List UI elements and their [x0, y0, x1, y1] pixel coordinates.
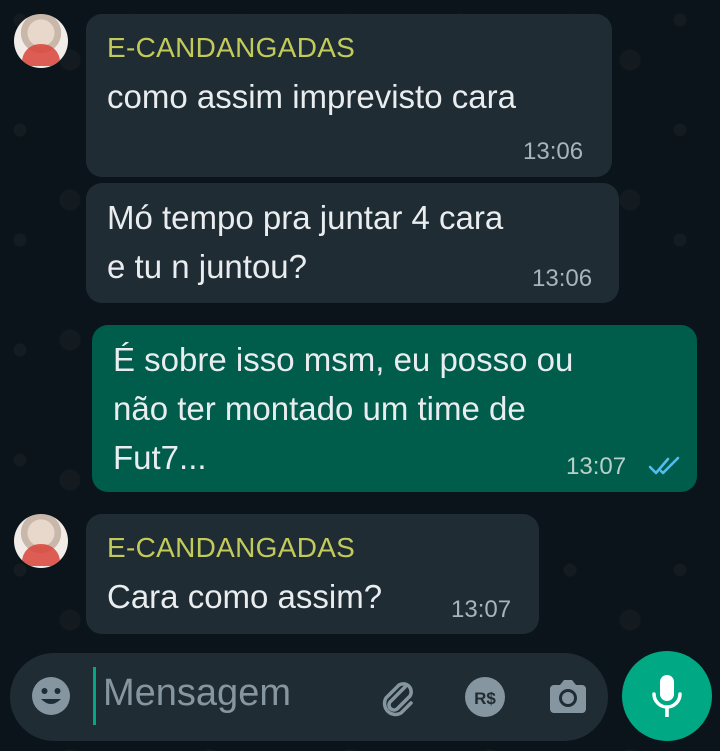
message-composer[interactable]: Mensagem R$ — [10, 653, 608, 741]
sender-name: E-CANDANGADAS — [107, 32, 356, 63]
message-text: É sobre isso msm, eu posso ou não ter mo… — [113, 341, 574, 476]
message-text: Cara como assim? — [107, 578, 383, 615]
svg-text:R$: R$ — [474, 689, 496, 708]
avatar[interactable] — [14, 14, 68, 68]
message-bubble-outgoing[interactable]: É sobre isso msm, eu posso ou não ter mo… — [92, 325, 697, 492]
message-time: 13:07 — [451, 596, 512, 623]
message-bubble-incoming[interactable]: E-CANDANGADAS Cara como assim? 13:07 — [86, 514, 539, 634]
message-time: 13:07 — [566, 453, 627, 480]
microphone-button[interactable] — [622, 651, 712, 741]
message-bubble-incoming[interactable]: E-CANDANGADAS como assim imprevisto cara… — [86, 14, 612, 177]
attach-icon[interactable] — [375, 675, 419, 719]
message-time: 13:06 — [532, 265, 593, 292]
message-bubble-incoming[interactable]: Mó tempo pra juntar 4 cara e tu n juntou… — [86, 183, 619, 303]
message-time: 13:06 — [523, 138, 584, 165]
camera-icon[interactable] — [546, 675, 590, 719]
text-cursor — [93, 667, 96, 725]
read-ticks-icon — [648, 456, 680, 475]
emoji-icon[interactable] — [30, 675, 72, 717]
avatar[interactable] — [14, 514, 68, 568]
sender-name: E-CANDANGADAS — [107, 532, 356, 563]
message-text: Mó tempo pra juntar 4 cara e tu n juntou… — [107, 199, 504, 285]
message-input[interactable]: Mensagem — [103, 672, 291, 715]
message-text: como assim imprevisto cara — [107, 78, 516, 115]
microphone-icon — [652, 675, 682, 717]
payment-icon[interactable]: R$ — [463, 675, 507, 719]
